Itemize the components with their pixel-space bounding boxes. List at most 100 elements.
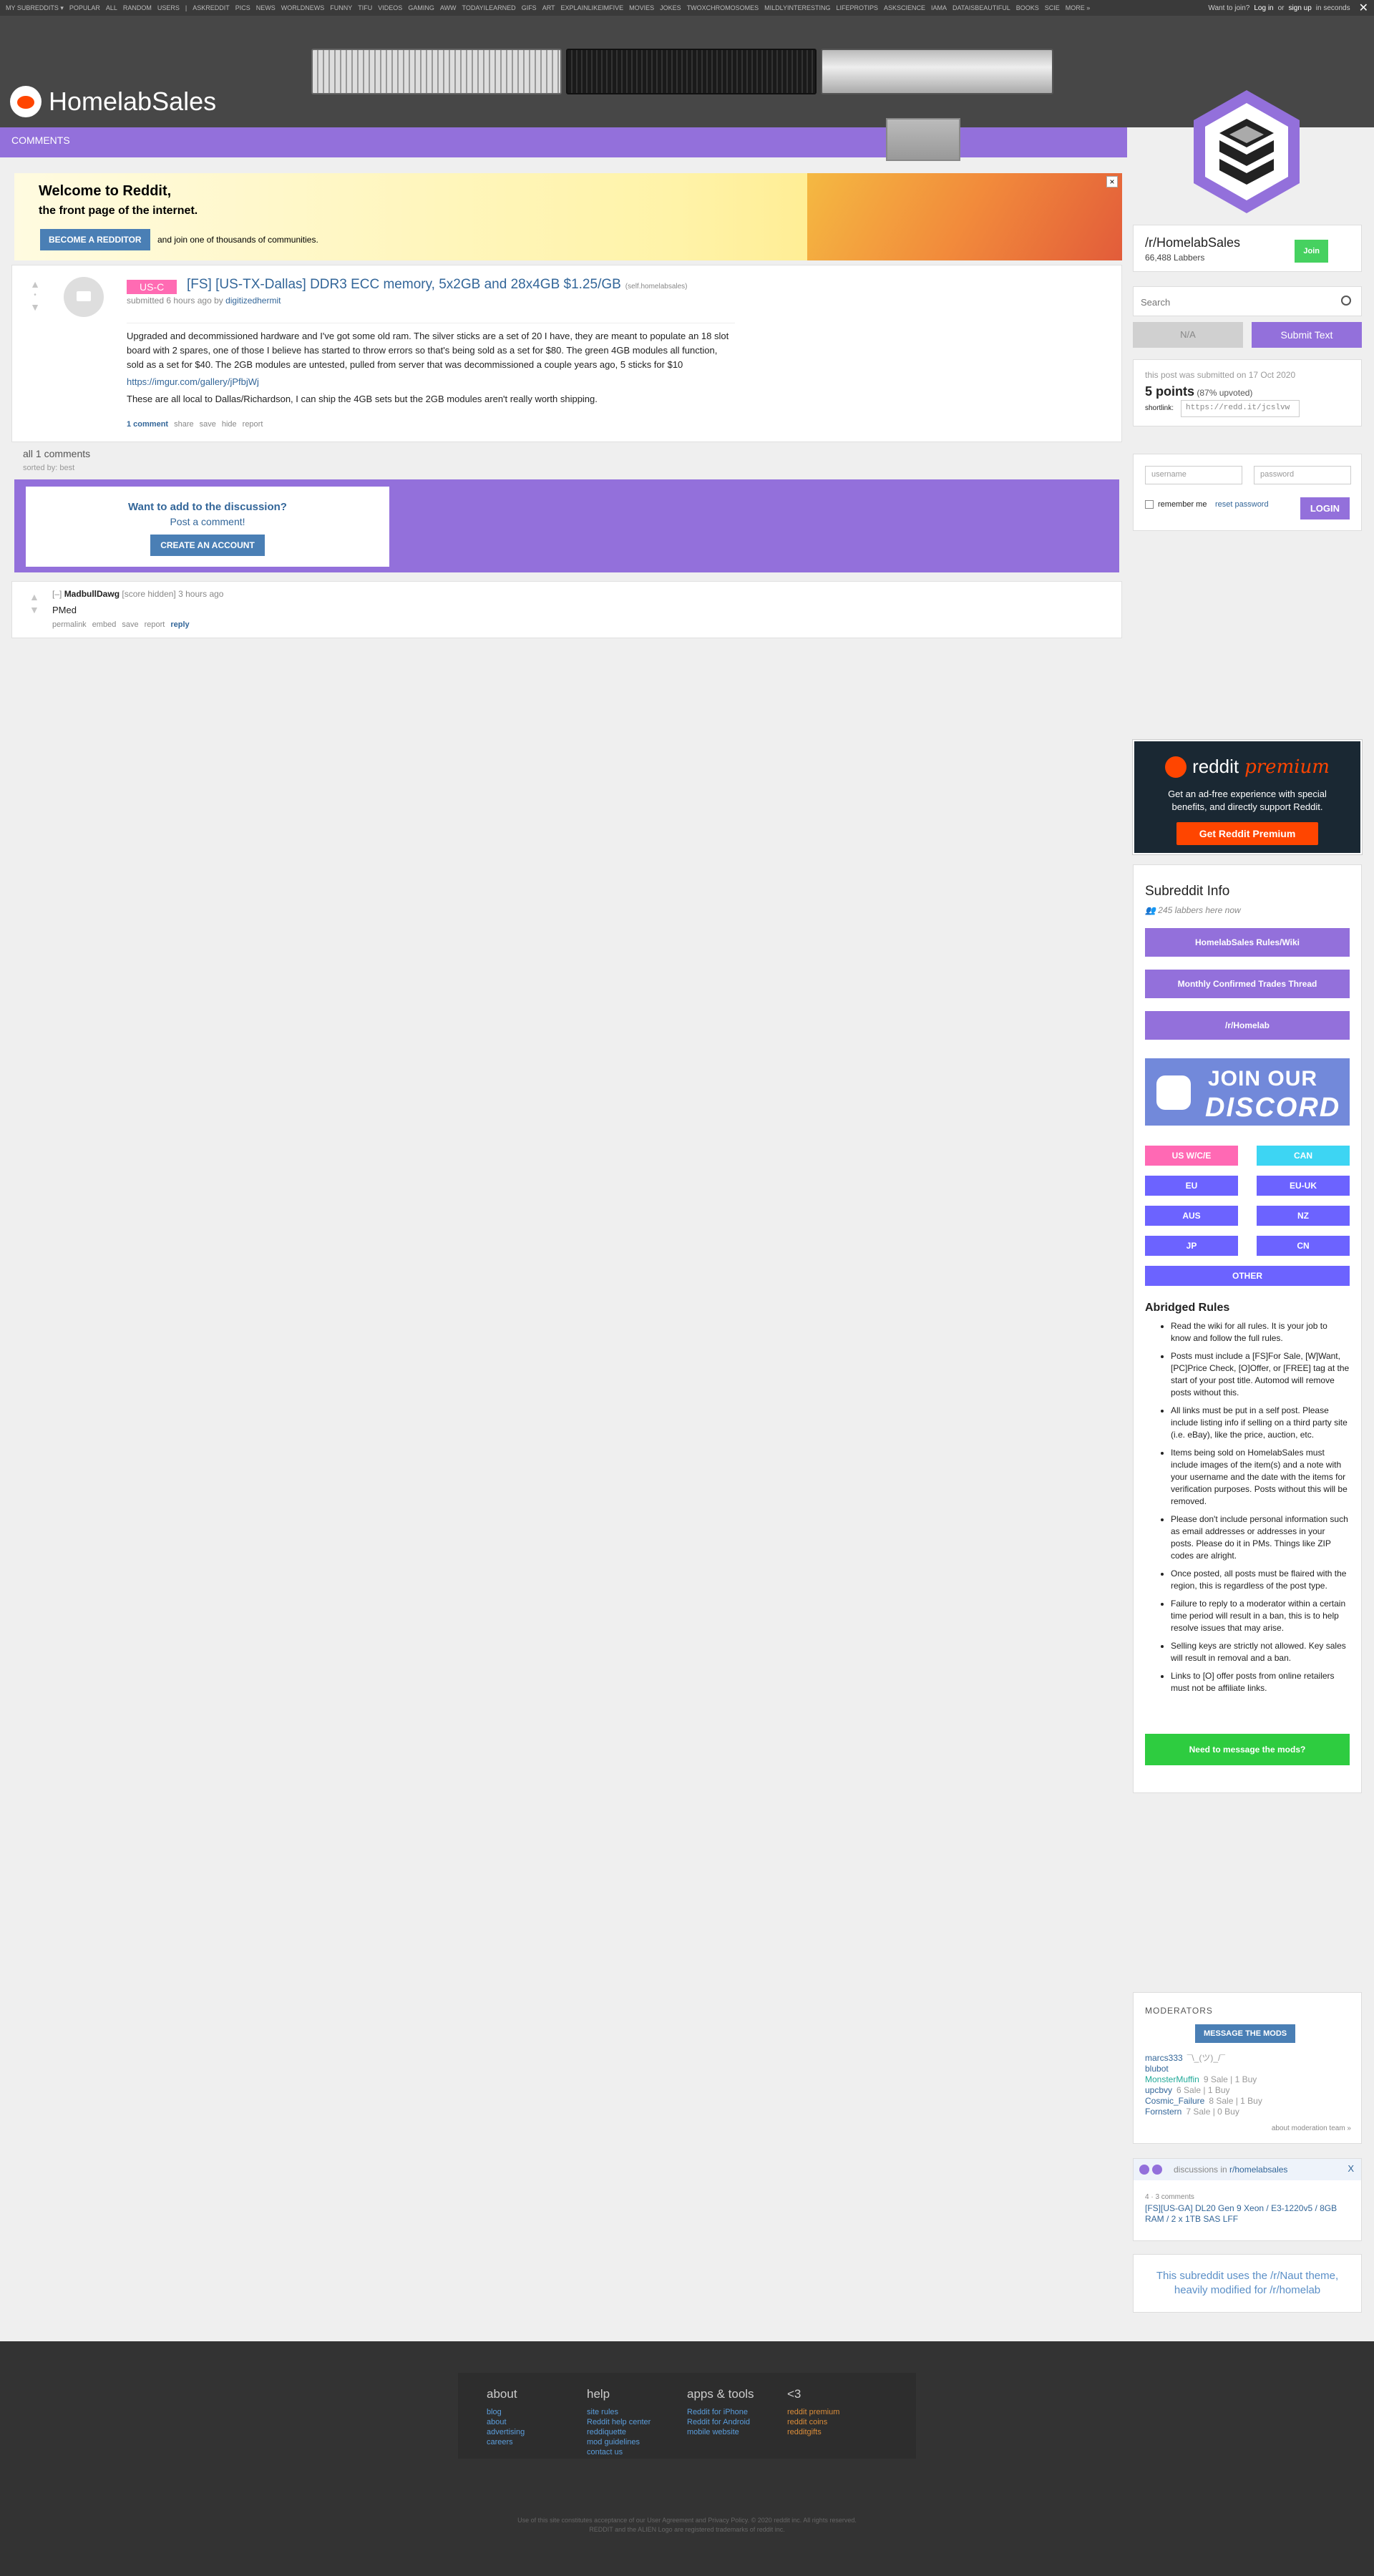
footer-link[interactable]: redditgifts: [787, 2427, 887, 2437]
topbar-link[interactable]: VIDEOS: [378, 4, 402, 12]
collapse-toggle[interactable]: [–]: [52, 589, 62, 599]
region-eu[interactable]: EU: [1145, 1176, 1238, 1196]
region-aus[interactable]: AUS: [1145, 1206, 1238, 1226]
footer-link[interactable]: reddit premium: [787, 2407, 887, 2417]
shortlink-field[interactable]: https://redd.it/jcslvw: [1181, 400, 1300, 417]
message-mods-button[interactable]: Need to message the mods?: [1145, 1734, 1350, 1765]
remember-me[interactable]: remember me: [1145, 500, 1207, 509]
search-input[interactable]: [1141, 293, 1334, 311]
topbar-link[interactable]: POPULAR: [69, 4, 100, 12]
discussion-link[interactable]: [FS][US-GA] DL20 Gen 9 Xeon / E3-1220v5 …: [1145, 2203, 1353, 2225]
topbar-link[interactable]: GAMING: [408, 4, 434, 12]
topbar-link[interactable]: USERS: [157, 4, 180, 12]
checkbox-icon[interactable]: [1145, 500, 1154, 509]
save-link[interactable]: save: [200, 420, 216, 429]
topbar-link[interactable]: EXPLAINLIKEIMFIVE: [561, 4, 624, 12]
footer-link[interactable]: Reddit for Android: [687, 2417, 787, 2427]
topbar-link[interactable]: AWW: [440, 4, 457, 12]
password-input[interactable]: password: [1254, 466, 1351, 484]
footer-link[interactable]: mobile website: [687, 2427, 787, 2437]
become-redditor-button[interactable]: Become a Redditor: [40, 229, 150, 250]
topbar-link[interactable]: NEWS: [256, 4, 276, 12]
permalink-link[interactable]: permalink: [52, 620, 87, 629]
topbar-link[interactable]: FUNNY: [330, 4, 352, 12]
region-eu-uk[interactable]: EU-UK: [1257, 1176, 1350, 1196]
subreddit-title[interactable]: HomelabSales: [49, 87, 216, 117]
moderator-name[interactable]: marcs333: [1145, 2053, 1183, 2063]
moderator-name[interactable]: Fornstern: [1145, 2107, 1181, 2117]
topbar-link[interactable]: RANDOM: [123, 4, 152, 12]
about-moderation-link[interactable]: about moderation team »: [1272, 2124, 1351, 2132]
post-domain[interactable]: (self.homelabsales): [625, 283, 688, 291]
na-button[interactable]: N/A: [1133, 322, 1243, 348]
confirmed-trades-button[interactable]: Monthly Confirmed Trades Thread: [1145, 970, 1350, 998]
moderator-name[interactable]: MonsterMuffin: [1145, 2074, 1199, 2084]
downvote-arrow-icon[interactable]: ▼: [29, 603, 39, 616]
imgur-link[interactable]: https://imgur.com/gallery/jPfbjWj: [127, 376, 259, 387]
topbar-link[interactable]: SCIE: [1045, 4, 1060, 12]
discussions-sub-link[interactable]: r/homelabsales: [1229, 2165, 1287, 2175]
rules-wiki-button[interactable]: HomelabSales Rules/Wiki: [1145, 928, 1350, 957]
report-link[interactable]: report: [243, 420, 263, 429]
submit-text-button[interactable]: Submit Text: [1252, 322, 1362, 348]
topbar-link[interactable]: MY SUBREDDITS ▾: [6, 4, 64, 12]
footer-link[interactable]: blog: [487, 2407, 587, 2417]
topbar-link[interactable]: GIFS: [522, 4, 537, 12]
topbar-link[interactable]: ASKSCIENCE: [884, 4, 925, 12]
footer-link[interactable]: site rules: [587, 2407, 687, 2417]
moderator-name[interactable]: blubot: [1145, 2064, 1169, 2074]
close-icon[interactable]: ✕: [1359, 1, 1368, 15]
topbar-link[interactable]: DATAISBEAUTIFUL: [952, 4, 1010, 12]
save-link[interactable]: save: [122, 620, 138, 629]
create-account-button[interactable]: Create an account: [150, 535, 265, 556]
homelab-button[interactable]: /r/Homelab: [1145, 1011, 1350, 1040]
footer-link[interactable]: Reddit for iPhone: [687, 2407, 787, 2417]
upvote-arrow-icon[interactable]: ▲: [29, 590, 39, 603]
close-icon[interactable]: X: [1348, 2163, 1354, 2174]
post-title[interactable]: [FS] [US-TX-Dallas] DDR3 ECC memory, 5x2…: [187, 277, 621, 292]
login-link[interactable]: Log in: [1254, 4, 1273, 12]
footer-link[interactable]: Reddit help center: [587, 2417, 687, 2427]
region-jp[interactable]: JP: [1145, 1236, 1238, 1256]
message-the-mods-button[interactable]: MESSAGE THE MODS: [1195, 2024, 1296, 2043]
topbar-link[interactable]: BOOKS: [1016, 4, 1039, 12]
footer-link[interactable]: advertising: [487, 2427, 587, 2437]
moderator-name[interactable]: Cosmic_Failure: [1145, 2096, 1204, 2106]
sort-selector[interactable]: sorted by: best: [23, 464, 74, 472]
topbar-link[interactable]: TIFU: [358, 4, 372, 12]
topbar-link[interactable]: ALL: [106, 4, 117, 12]
topbar-link[interactable]: ART: [542, 4, 555, 12]
topbar-link[interactable]: PICS: [235, 4, 250, 12]
moderator-name[interactable]: upcbvy: [1145, 2085, 1172, 2095]
reply-link[interactable]: reply: [170, 620, 189, 629]
share-link[interactable]: share: [174, 420, 194, 429]
discord-banner[interactable]: JOIN OUR DISCORD: [1145, 1058, 1350, 1126]
post-author[interactable]: digitizedhermit: [225, 296, 281, 306]
login-button[interactable]: LOGIN: [1300, 497, 1350, 519]
reset-password-link[interactable]: reset password: [1215, 500, 1269, 509]
signup-link[interactable]: sign up: [1289, 4, 1312, 12]
site-logo[interactable]: HomelabSales: [10, 86, 216, 117]
topbar-link[interactable]: JOKES: [660, 4, 681, 12]
topbar-link[interactable]: ASKREDDIT: [193, 4, 230, 12]
topbar-link[interactable]: MORE »: [1066, 4, 1091, 12]
region-us[interactable]: US W/C/E: [1145, 1146, 1238, 1166]
search-icon[interactable]: [1341, 296, 1351, 306]
join-button[interactable]: Join: [1295, 240, 1328, 263]
footer-link[interactable]: reddit coins: [787, 2417, 887, 2427]
region-cn[interactable]: CN: [1257, 1236, 1350, 1256]
topbar-link[interactable]: WORLDNEWS: [281, 4, 325, 12]
downvote-arrow-icon[interactable]: ▼: [28, 301, 42, 313]
close-banner-icon[interactable]: ×: [1106, 176, 1118, 187]
topbar-link[interactable]: TODAYILEARNED: [462, 4, 516, 12]
footer-link[interactable]: about: [487, 2417, 587, 2427]
region-can[interactable]: CAN: [1257, 1146, 1350, 1166]
topbar-link[interactable]: IAMA: [931, 4, 947, 12]
subreddit-name[interactable]: /r/HomelabSales: [1145, 235, 1240, 250]
topbar-link[interactable]: TWOXCHROMOSOMES: [687, 4, 759, 12]
self-post-thumbnail-icon[interactable]: [64, 277, 104, 317]
upvote-arrow-icon[interactable]: ▲: [28, 278, 42, 290]
comment-author[interactable]: MadbullDawg: [64, 589, 120, 599]
tab-comments[interactable]: comments: [11, 135, 70, 146]
footer-link[interactable]: mod guidelines: [587, 2437, 687, 2447]
